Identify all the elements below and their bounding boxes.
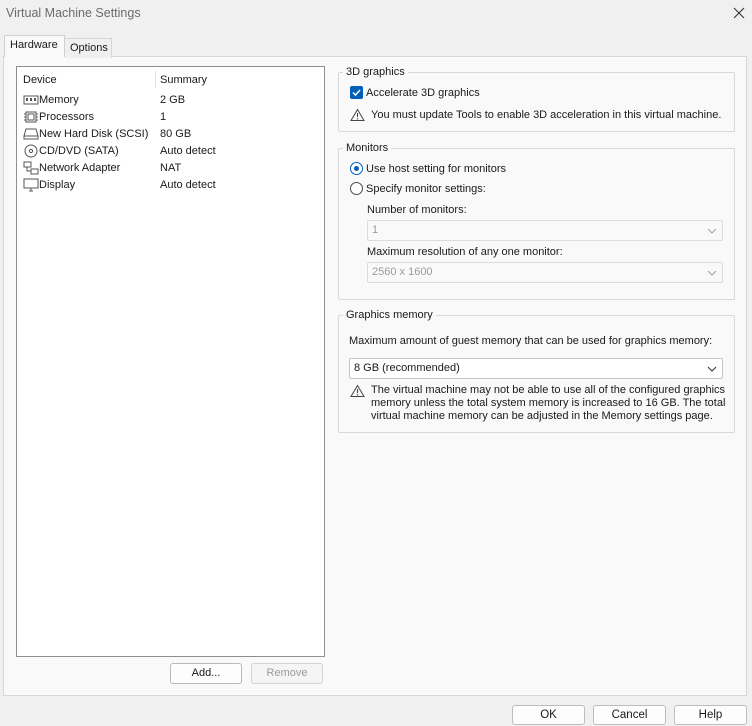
help-button[interactable]: Help [674, 705, 747, 725]
device-summary: 1 [160, 111, 167, 123]
column-header-device[interactable]: Device [23, 74, 57, 86]
column-header-summary[interactable]: Summary [160, 74, 207, 86]
device-name: CD/DVD (SATA) [39, 145, 119, 157]
graphics-memory-warning-line: The virtual machine may not be able to u… [371, 384, 726, 396]
chevron-down-icon [707, 366, 717, 372]
device-summary: 2 GB [160, 94, 186, 106]
3d-warning-text: You must update Tools to enable 3D accel… [371, 109, 722, 121]
hard-disk-icon [23, 127, 39, 141]
max-resolution-label: Maximum resolution of any one monitor: [367, 246, 563, 258]
use-host-monitors-label[interactable]: Use host setting for monitors [366, 163, 506, 175]
device-row-processors[interactable]: Processors 1 [19, 109, 322, 126]
graphics-memory-select[interactable]: 8 GB (recommended) [349, 358, 723, 379]
device-name: Network Adapter [39, 162, 121, 174]
group-monitors-title: Monitors [343, 142, 392, 154]
processor-icon [23, 110, 39, 124]
checkmark-icon [352, 89, 361, 97]
specify-monitor-settings-radio[interactable] [350, 182, 363, 195]
close-icon [733, 7, 745, 19]
group-graphics-memory-title: Graphics memory [343, 309, 436, 321]
device-summary: 80 GB [160, 128, 192, 140]
graphics-memory-warning-line: memory unless the total system memory is… [371, 397, 726, 409]
group-3d-graphics-title: 3D graphics [343, 66, 408, 78]
max-resolution-select[interactable]: 2560 x 1600 [367, 262, 723, 283]
device-summary: NAT [160, 162, 182, 174]
warning-icon [350, 108, 366, 122]
graphics-memory-description: Maximum amount of guest memory that can … [349, 335, 713, 347]
device-summary: Auto detect [160, 145, 216, 157]
device-row-memory[interactable]: Memory 2 GB [19, 92, 322, 109]
device-name: New Hard Disk (SCSI) [39, 128, 149, 140]
remove-device-button[interactable]: Remove [251, 663, 323, 684]
device-row-hard-disk[interactable]: New Hard Disk (SCSI) 80 GB [19, 126, 322, 143]
max-resolution-value: 2560 x 1600 [372, 266, 433, 278]
device-row-display[interactable]: Display Auto detect [19, 177, 322, 194]
column-separator[interactable] [155, 71, 156, 88]
tab-options[interactable]: Options [65, 38, 112, 58]
number-of-monitors-select[interactable]: 1 [367, 220, 723, 241]
group-3d-graphics [338, 72, 735, 132]
device-name: Memory [39, 94, 79, 106]
cancel-button[interactable]: Cancel [593, 705, 666, 725]
number-of-monitors-label: Number of monitors: [367, 204, 467, 216]
ok-button[interactable]: OK [512, 705, 585, 725]
graphics-memory-warning: The virtual machine may not be able to u… [371, 384, 725, 423]
tab-hardware[interactable]: Hardware [4, 35, 65, 57]
device-name: Processors [39, 111, 95, 123]
chevron-down-icon [707, 228, 717, 234]
device-name: Display [39, 179, 76, 191]
add-device-button[interactable]: Add... [170, 663, 242, 684]
device-summary: Auto detect [160, 179, 216, 191]
device-list[interactable]: Device Summary Memory 2 GB Processors 1 … [16, 66, 325, 657]
graphics-memory-value: 8 GB (recommended) [354, 362, 460, 374]
accelerate-3d-label[interactable]: Accelerate 3D graphics [366, 87, 480, 99]
close-button[interactable] [730, 4, 748, 22]
cd-dvd-icon [23, 144, 39, 158]
memory-icon [23, 93, 39, 107]
warning-icon [350, 384, 366, 398]
window-title: Virtual Machine Settings [6, 6, 141, 20]
network-adapter-icon [23, 161, 39, 175]
use-host-monitors-radio[interactable] [350, 162, 363, 175]
specify-monitor-settings-label[interactable]: Specify monitor settings: [366, 183, 486, 195]
device-row-cd-dvd[interactable]: CD/DVD (SATA) Auto detect [19, 143, 322, 160]
chevron-down-icon [707, 270, 717, 276]
number-of-monitors-value: 1 [372, 224, 379, 236]
accelerate-3d-checkbox[interactable] [350, 86, 363, 99]
device-row-network-adapter[interactable]: Network Adapter NAT [19, 160, 322, 177]
display-icon [23, 178, 39, 192]
graphics-memory-warning-line: virtual machine memory can be adjusted i… [371, 410, 713, 422]
